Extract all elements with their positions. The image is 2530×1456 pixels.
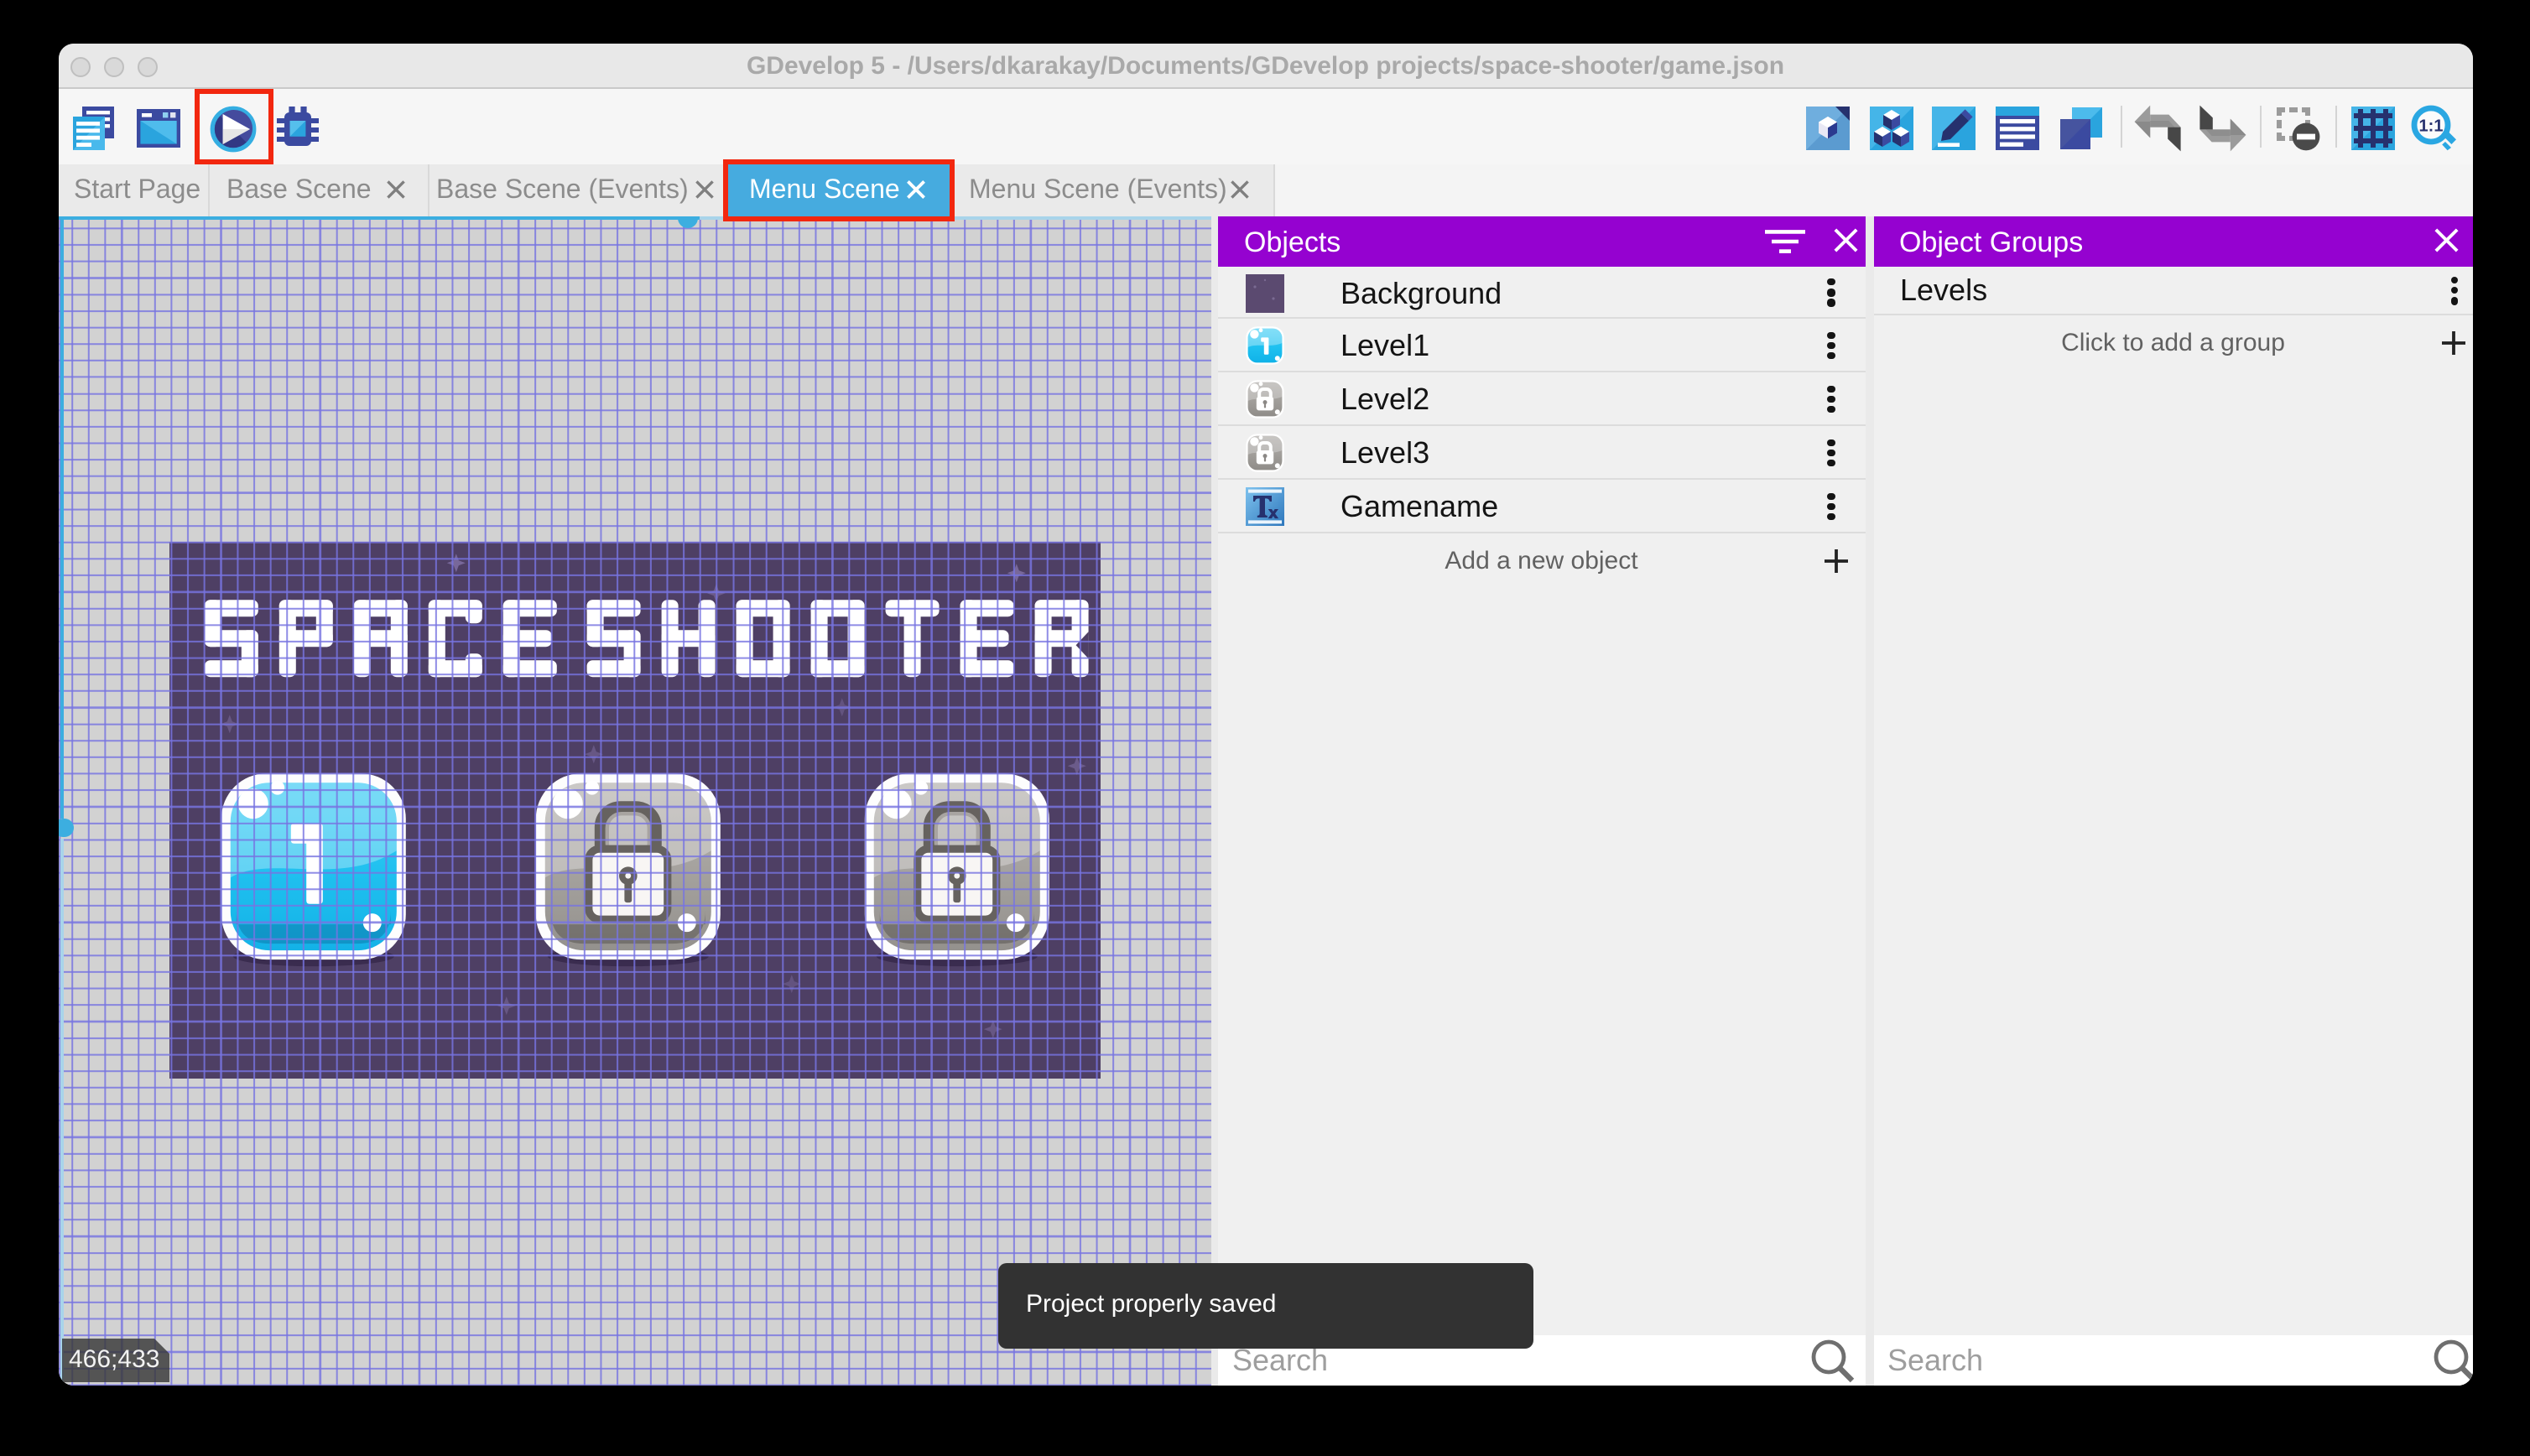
svg-text:1:1: 1:1 [2419, 117, 2444, 136]
